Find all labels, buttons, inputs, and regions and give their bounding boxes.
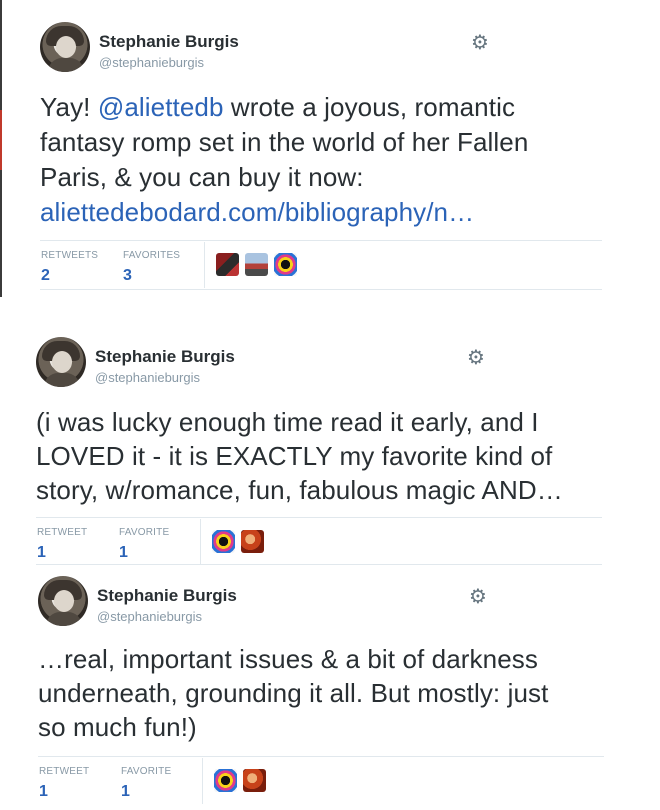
tweet-header: Stephanie Burgis @stephanieburgis ⚙ [40,22,602,78]
author-handle[interactable]: @stephanieburgis [95,370,200,385]
favorites-stat[interactable]: FAVORITE 1 [119,527,169,562]
tweet-text-line: fantasy romp set in the world of her Fal… [40,127,529,157]
favorites-label: FAVORITE [119,527,170,538]
tweet-text: (i was lucky enough time read it early, … [36,405,602,507]
favoriter-avatar[interactable] [214,769,237,792]
gear-icon[interactable]: ⚙ [470,33,490,53]
tweet-text-line: so much fun!) [38,712,197,742]
gear-icon[interactable]: ⚙ [468,587,488,607]
tweet-1: Stephanie Burgis @stephanieburgis ⚙ Yay!… [40,22,602,290]
tweet-stats: RETWEET 1 FAVORITE 1 [36,517,602,565]
favorites-label: FAVORITE [121,766,172,777]
url-link[interactable]: aliettedebodard.com/bibliography/n… [40,195,602,230]
retweets-stat[interactable]: RETWEETS 2 [41,250,98,285]
author-handle[interactable]: @stephanieburgis [99,55,204,70]
favorites-count[interactable]: 3 [123,267,180,285]
favorites-count[interactable]: 1 [119,544,169,562]
retweets-label: RETWEETS [41,250,99,261]
tweet-text-line: …real, important issues & a bit of darkn… [38,644,538,674]
tweet-text: Yay! @aliettedb wrote a joyous, romantic… [40,90,602,230]
favorites-stat[interactable]: FAVORITES 3 [123,250,180,285]
tweet-header: Stephanie Burgis @stephanieburgis ⚙ [38,576,604,632]
tweet-header: Stephanie Burgis @stephanieburgis ⚙ [36,337,602,393]
favoriter-avatar[interactable] [216,253,239,276]
stats-divider [204,242,205,288]
mention-link[interactable]: @aliettedb [98,92,224,122]
retweets-stat[interactable]: RETWEET 1 [37,527,87,562]
retweets-count[interactable]: 2 [41,267,98,285]
tweet-text-line: LOVED it - it is EXACTLY my favorite kin… [36,441,553,471]
gear-icon[interactable]: ⚙ [466,348,486,368]
tweet-2: Stephanie Burgis @stephanieburgis ⚙ (i w… [36,337,602,565]
tweet-text-line: (i was lucky enough time read it early, … [36,407,539,437]
tweet-text-line: underneath, grounding it all. But mostly… [38,678,549,708]
author-avatar[interactable] [38,576,88,626]
tweet-text-line: Paris, & you can buy it now: [40,162,364,192]
author-name[interactable]: Stephanie Burgis [95,347,235,367]
favorites-stat[interactable]: FAVORITE 1 [121,766,171,801]
tweet-text: …real, important issues & a bit of darkn… [38,642,604,744]
retweets-label: RETWEET [37,527,88,538]
author-handle[interactable]: @stephanieburgis [97,609,202,624]
favoriter-avatar[interactable] [274,253,297,276]
favorites-count[interactable]: 1 [121,783,171,801]
tweet-text-line: story, w/romance, fun, fabulous magic AN… [36,475,563,505]
stats-divider [202,758,203,804]
retweets-count[interactable]: 1 [37,544,87,562]
author-avatar[interactable] [36,337,86,387]
retweets-stat[interactable]: RETWEET 1 [39,766,89,801]
author-name[interactable]: Stephanie Burgis [97,586,237,606]
favoriter-avatar[interactable] [212,530,235,553]
favoriter-avatar[interactable] [245,253,268,276]
retweets-count[interactable]: 1 [39,783,89,801]
stats-divider [200,519,201,565]
favorites-label: FAVORITES [123,250,181,261]
author-avatar[interactable] [40,22,90,72]
author-name[interactable]: Stephanie Burgis [99,32,239,52]
tweet-text-suffix: wrote a joyous, romantic [223,92,516,122]
retweets-label: RETWEET [39,766,90,777]
tweet-3: Stephanie Burgis @stephanieburgis ⚙ …rea… [38,576,604,804]
tweet-stats: RETWEETS 2 FAVORITES 3 [40,240,602,290]
left-edge-accent [0,110,2,170]
tweet-stats: RETWEET 1 FAVORITE 1 [38,756,604,804]
tweet-text-prefix: Yay! [40,92,98,122]
favoriter-avatar[interactable] [243,769,266,792]
favoriter-avatar[interactable] [241,530,264,553]
